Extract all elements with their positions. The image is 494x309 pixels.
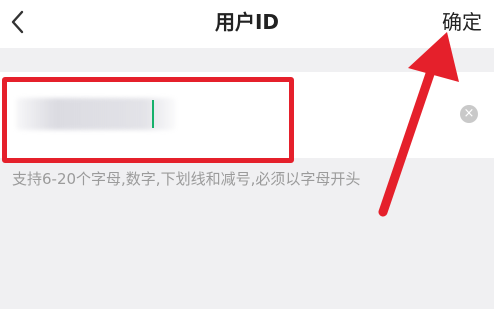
screen: 用户ID 确定 × 支持6-20个字母,数字,下划线和减号,必须以字母开头	[0, 0, 494, 309]
page-title: 用户ID	[214, 10, 280, 34]
confirm-button[interactable]: 确定	[442, 6, 482, 38]
nav-header: 用户ID 确定	[0, 0, 494, 48]
input-hint-text: 支持6-20个字母,数字,下划线和减号,必须以字母开头	[12, 170, 361, 188]
annotation-highlight-box	[2, 77, 294, 163]
clear-circle-icon[interactable]: ×	[460, 105, 478, 123]
